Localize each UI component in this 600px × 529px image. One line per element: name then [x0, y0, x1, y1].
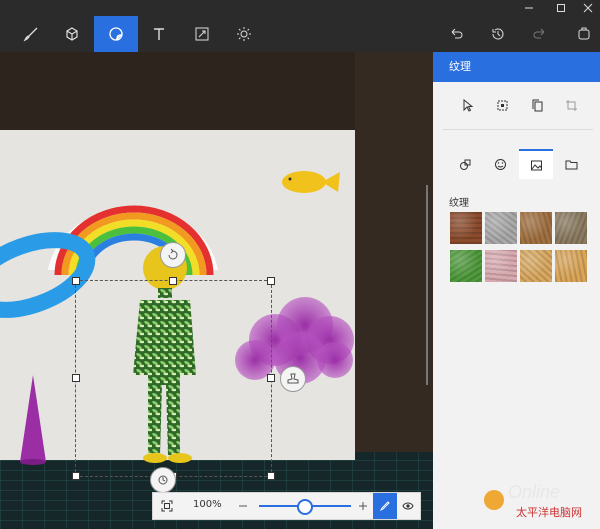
crop-icon[interactable]: [558, 92, 584, 118]
view-icon[interactable]: [396, 493, 420, 519]
svg-text:太平洋电脑网: 太平洋电脑网: [516, 505, 582, 519]
fit-screen-icon[interactable]: [155, 493, 179, 519]
undo-icon[interactable]: [434, 16, 478, 52]
svg-text:Online: Online: [508, 482, 560, 502]
resize-handle-tr[interactable]: [267, 277, 275, 285]
top-toolbar: [0, 0, 600, 52]
zoom-slider-thumb[interactable]: [297, 499, 313, 515]
text-icon[interactable]: [137, 16, 181, 52]
sun-icon[interactable]: [222, 16, 266, 52]
resize-handle-l[interactable]: [72, 374, 80, 382]
watermark-logo: Online 太平洋电脑网: [484, 482, 582, 519]
copy-icon[interactable]: [524, 92, 550, 118]
texture-swatch-light-wood[interactable]: [555, 250, 587, 282]
zoom-in-icon[interactable]: [351, 493, 375, 519]
folder-icon[interactable]: [554, 149, 588, 179]
texture-swatch-pebbles[interactable]: [555, 212, 587, 244]
pen-icon[interactable]: [373, 493, 397, 519]
minimize-icon[interactable]: [516, 0, 542, 16]
smiley-icon[interactable]: [483, 149, 517, 179]
texture-swatch-marble[interactable]: [485, 250, 517, 282]
resize-handle-bl[interactable]: [72, 472, 80, 480]
texture-tab-icon[interactable]: [519, 149, 553, 179]
panel-title: 纹理: [433, 52, 600, 82]
rotate-icon[interactable]: [160, 242, 186, 268]
selection-box[interactable]: [72, 277, 275, 480]
resize-handle-tl[interactable]: [72, 277, 80, 285]
shapes-icon[interactable]: [448, 149, 482, 179]
canvas-scrollbar[interactable]: [426, 185, 428, 385]
paste-3d-icon[interactable]: [562, 16, 600, 52]
texture-swatch-leaves[interactable]: [450, 250, 482, 282]
redo-icon[interactable]: [518, 16, 562, 52]
side-panel: 纹理 纹理: [433, 52, 600, 529]
sticker-icon[interactable]: [94, 16, 138, 52]
select-region-icon[interactable]: [489, 92, 515, 118]
resize-handle-br[interactable]: [267, 472, 275, 480]
resize-icon[interactable]: [180, 16, 224, 52]
maximize-icon[interactable]: [548, 0, 574, 16]
tilt-rotate-icon[interactable]: [150, 467, 176, 493]
stamp-icon[interactable]: [280, 366, 306, 392]
section-label: 纹理: [449, 198, 469, 209]
resize-handle-r[interactable]: [267, 374, 275, 382]
resize-handle-t[interactable]: [169, 277, 177, 285]
zoom-bar: 100%: [152, 492, 421, 520]
divider: [443, 129, 593, 130]
history-icon[interactable]: [476, 16, 520, 52]
texture-swatch-gravel[interactable]: [485, 212, 517, 244]
brush-icon[interactable]: [9, 16, 53, 52]
cube-icon[interactable]: [50, 16, 94, 52]
texture-swatch-bark[interactable]: [450, 212, 482, 244]
close-icon[interactable]: [575, 0, 600, 16]
texture-swatch-sand[interactable]: [520, 250, 552, 282]
texture-swatch-wood-grain[interactable]: [520, 212, 552, 244]
zoom-level: 100%: [193, 499, 222, 510]
select-icon[interactable]: [455, 92, 481, 118]
zoom-out-icon[interactable]: [231, 493, 255, 519]
